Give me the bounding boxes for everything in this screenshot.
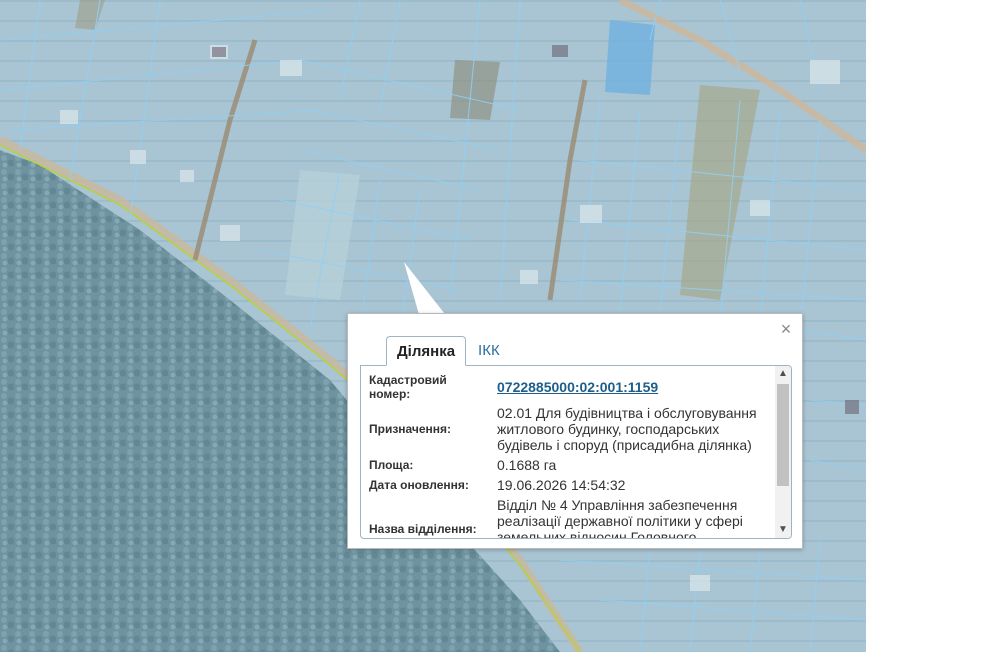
table-row: Призначення: 02.01 Для будівництва і обс…	[369, 404, 769, 456]
tab-parcel[interactable]: Ділянка	[386, 336, 467, 366]
blank-area	[866, 0, 1000, 652]
cadastral-number-label: Кадастровий номер:	[369, 373, 447, 401]
table-row: Площа: 0.1688 га	[369, 456, 769, 476]
department-value: Відділ № 4 Управління забезпечення реалі…	[497, 497, 743, 538]
close-icon[interactable]: ×	[778, 320, 794, 338]
department-label: Назва відділення:	[369, 522, 477, 536]
purpose-value: 02.01 Для будівництва і обслуговування ж…	[497, 405, 757, 453]
table-row: Дата оновлення: 19.06.2026 14:54:32	[369, 476, 769, 496]
scrollbar[interactable]: ▲ ▼	[775, 366, 791, 538]
scrollbar-thumb[interactable]	[777, 384, 789, 486]
area-value: 0.1688 га	[497, 457, 557, 473]
tab-ikk[interactable]: ІКК	[466, 336, 512, 366]
parcel-info-table: Кадастровий номер: 0722885000:02:001:115…	[369, 372, 769, 538]
parcel-info-popup: × Ділянка ІКК Кадастровий номер: 0722885…	[347, 313, 803, 549]
area-label: Площа:	[369, 458, 414, 472]
scroll-up-icon[interactable]: ▲	[775, 366, 791, 382]
popup-tabs: Ділянка ІКК	[386, 336, 512, 366]
update-date-value: 19.06.2026 14:54:32	[497, 477, 626, 493]
cadastral-number-link[interactable]: 0722885000:02:001:1159	[497, 379, 658, 395]
table-row: Кадастровий номер: 0722885000:02:001:115…	[369, 372, 769, 404]
purpose-label: Призначення:	[369, 422, 452, 436]
popup-scroll-area: Кадастровий номер: 0722885000:02:001:115…	[361, 366, 775, 538]
table-row: Назва відділення: Відділ № 4 Управління …	[369, 496, 769, 538]
scroll-down-icon[interactable]: ▼	[775, 522, 791, 538]
popup-content[interactable]: Кадастровий номер: 0722885000:02:001:115…	[360, 365, 792, 539]
update-date-label: Дата оновлення:	[369, 478, 469, 492]
